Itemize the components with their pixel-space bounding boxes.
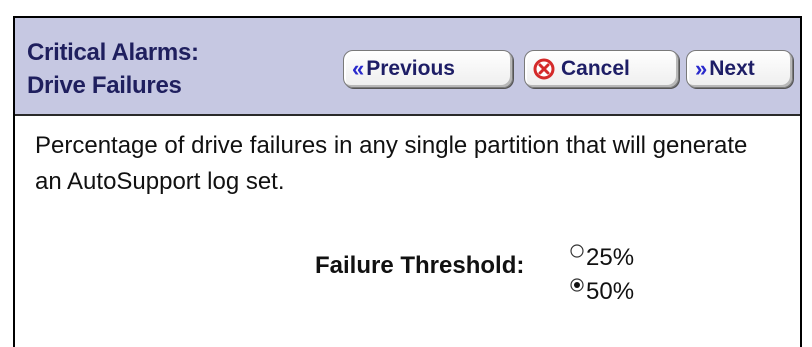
threshold-option-25[interactable]: 25% [570, 244, 634, 272]
cancel-circle-icon [533, 58, 555, 80]
description-text: Percentage of drive failures in any sing… [35, 132, 748, 195]
threshold-option-label: 50% [586, 278, 635, 305]
title-line-2: Drive Failures [27, 72, 182, 99]
previous-button-label: Previous [366, 57, 455, 80]
threshold-option-label: 25% [586, 244, 635, 271]
threshold-option-50[interactable]: 50% [570, 278, 634, 306]
next-button[interactable]: » Next [686, 50, 793, 88]
previous-button[interactable]: « Previous [343, 50, 513, 88]
cancel-button[interactable]: Cancel [524, 50, 679, 88]
page-title: Critical Alarms: Drive Failures [27, 36, 199, 102]
title-line-1: Critical Alarms: [27, 39, 199, 66]
radio-unselected[interactable] [570, 244, 584, 258]
wizard-header: Critical Alarms: Drive Failures « Previo… [15, 18, 800, 116]
double-chevron-left-icon: « [352, 56, 364, 81]
failure-threshold-label: Failure Threshold: [315, 252, 525, 279]
cancel-button-label: Cancel [561, 57, 630, 80]
double-chevron-right-icon: » [695, 56, 707, 81]
next-button-label: Next [709, 57, 755, 80]
radio-selected[interactable] [570, 278, 584, 292]
wizard-panel: Critical Alarms: Drive Failures « Previo… [13, 16, 802, 347]
